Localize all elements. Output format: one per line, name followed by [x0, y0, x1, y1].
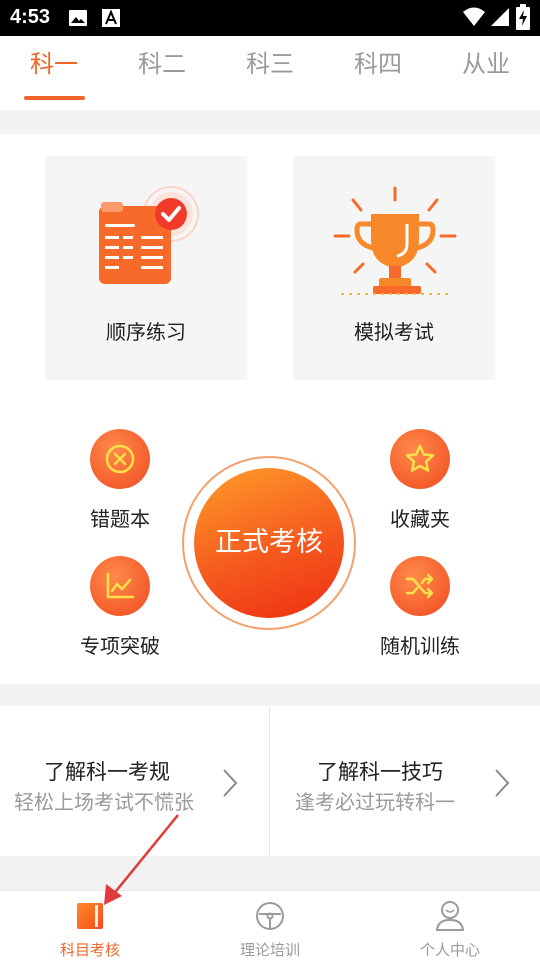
favorites-icon-bg — [390, 429, 450, 489]
favorites-button[interactable]: 收藏夹 — [340, 429, 500, 532]
chevron-right-icon — [495, 769, 510, 797]
font-a-icon — [102, 9, 120, 27]
random-practice-label: 随机训练 — [380, 634, 460, 658]
subject-tabs: 科一 科二 科三 科四 从业 — [0, 36, 540, 110]
wifi-icon — [463, 7, 485, 26]
tab-subject-4[interactable]: 科四 — [324, 36, 432, 110]
active-tab-indicator — [24, 96, 85, 100]
favorites-label: 收藏夹 — [390, 507, 450, 531]
mock-exam-card[interactable]: 模拟考试 — [293, 156, 495, 380]
bottom-navigation: 科目考核 理论培训 个人中心 — [0, 890, 540, 960]
signal-icon — [491, 8, 509, 26]
info-section: 了解科一考规 轻松上场考试不慌张 了解科一技巧 逢考必过玩转科一 — [0, 706, 540, 856]
formal-exam-label: 正式考核 — [194, 468, 344, 618]
book-icon — [77, 903, 103, 929]
checklist-icon — [99, 186, 199, 284]
star-icon — [405, 444, 435, 472]
person-icon — [435, 901, 465, 931]
special-practice-icon-bg — [90, 556, 150, 616]
mock-exam-label: 模拟考试 — [354, 320, 434, 344]
battery-charging-icon — [516, 4, 530, 30]
status-time: 4:53 — [10, 6, 51, 28]
nav-personal-center[interactable]: 个人中心 — [360, 891, 540, 960]
wrong-questions-icon-bg — [90, 429, 150, 489]
sequential-practice-label: 顺序练习 — [106, 320, 186, 344]
close-circle-icon — [105, 444, 135, 474]
nav-subject-exam[interactable]: 科目考核 — [0, 891, 180, 960]
nav-theory-training-label: 理论培训 — [239, 941, 300, 959]
random-practice-icon-bg — [390, 556, 450, 616]
special-practice-button[interactable]: 专项突破 — [40, 556, 200, 659]
chart-line-icon — [106, 572, 135, 599]
nav-subject-exam-label: 科目考核 — [59, 941, 120, 959]
wrong-questions-label: 错题本 — [90, 507, 150, 531]
tab-subject-3[interactable]: 科三 — [216, 36, 324, 110]
exam-tips-title: 了解科一技巧 — [317, 760, 443, 784]
exam-rules-link[interactable]: 了解科一考规 轻松上场考试不慌张 — [0, 706, 269, 856]
wrong-questions-button[interactable]: 错题本 — [40, 429, 200, 532]
tab-professional[interactable]: 从业 — [432, 36, 540, 110]
chevron-right-icon — [223, 769, 238, 797]
nav-personal-center-label: 个人中心 — [419, 941, 480, 959]
trophy-icon — [333, 186, 457, 295]
formal-exam-button[interactable]: 正式考核 — [182, 456, 356, 630]
image-icon — [69, 10, 87, 26]
nav-theory-training[interactable]: 理论培训 — [180, 891, 360, 960]
steering-wheel-icon — [256, 902, 284, 930]
exam-rules-subtitle: 轻松上场考试不慌张 — [14, 790, 194, 814]
exam-tips-link[interactable]: 了解科一技巧 逢考必过玩转科一 — [270, 706, 539, 856]
exam-tips-subtitle: 逢考必过玩转科一 — [295, 790, 455, 814]
special-practice-label: 专项突破 — [80, 634, 160, 658]
status-bar: 4:53 — [0, 0, 540, 36]
shuffle-icon — [405, 573, 434, 599]
exam-rules-title: 了解科一考规 — [44, 760, 170, 784]
sequential-practice-card[interactable]: 顺序练习 — [45, 156, 247, 380]
random-practice-button[interactable]: 随机训练 — [340, 556, 500, 659]
tab-subject-2[interactable]: 科二 — [108, 36, 216, 110]
